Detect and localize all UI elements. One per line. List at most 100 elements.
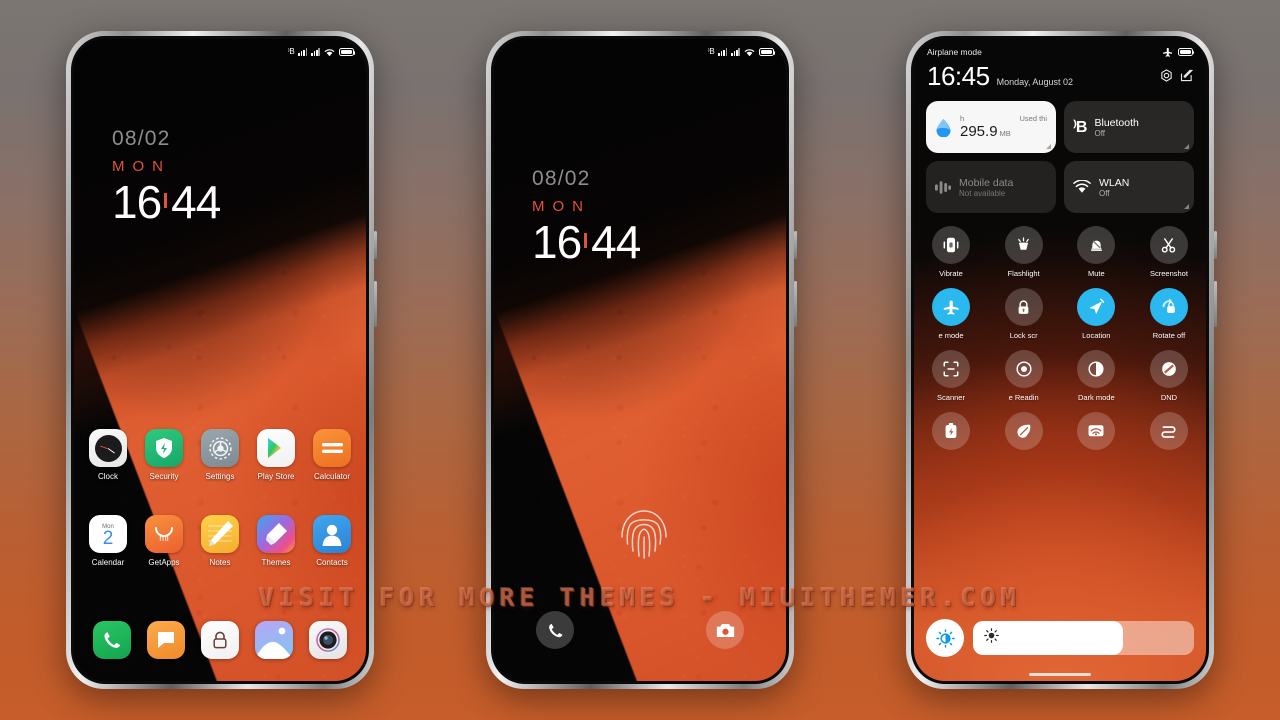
toggle-rotate-off[interactable]: Rotate off (1144, 288, 1194, 340)
padlock-icon (1004, 288, 1043, 326)
volume-button[interactable] (1214, 281, 1217, 327)
nearby-share-icon (1149, 412, 1188, 450)
tile-bluetooth[interactable]: ⁾B Bluetooth Off (1064, 101, 1194, 153)
airplane-icon (932, 288, 970, 326)
app-label: Themes (261, 558, 291, 567)
app-play-store[interactable]: Play Store (256, 429, 296, 481)
volume-button[interactable] (794, 281, 797, 327)
toggle-scanner[interactable]: Scanner (926, 350, 976, 402)
gear-icon[interactable] (1160, 69, 1173, 89)
location-icon (1077, 288, 1116, 326)
app-security[interactable]: Security (144, 429, 184, 481)
wallpaper-2 (494, 39, 786, 681)
camera-shortcut-button[interactable] (706, 611, 744, 649)
signal-bars-icon (298, 48, 308, 56)
toggle-dnd[interactable]: DND (1144, 350, 1194, 402)
toggle-row-2: e mode Lock scr Location Rotate off (920, 288, 1200, 340)
toggle-cast[interactable] (1071, 412, 1121, 455)
battery-icon (339, 48, 356, 56)
message-icon[interactable] (147, 621, 185, 659)
power-button[interactable] (374, 231, 377, 259)
brightness-slider[interactable] (973, 621, 1194, 655)
phone-icon[interactable] (93, 621, 131, 659)
shade-date: Monday, August 02 (996, 77, 1073, 87)
toggle-lock-screen[interactable]: Lock scr (999, 288, 1049, 340)
signal-bars-icon (311, 48, 320, 56)
quick-toggles-grid: Vibrate Flashlight Mute Screenshot e mod… (920, 226, 1200, 465)
brush-icon (257, 515, 295, 553)
toggle-dark-mode[interactable]: Dark mode (1071, 350, 1121, 402)
app-themes[interactable]: Themes (256, 515, 296, 567)
clock-minutes: 44 (591, 216, 641, 268)
toggle-screenshot[interactable]: Screenshot (1144, 226, 1194, 278)
photo-icon[interactable] (255, 621, 293, 659)
leaf-icon (1004, 412, 1043, 450)
toggle-battery-saver[interactable] (926, 412, 976, 455)
signal-bars-icon (718, 48, 728, 56)
power-button[interactable] (794, 231, 797, 259)
app-getapps[interactable]: mi GetApps (144, 515, 184, 567)
reading-mode-icon (1004, 350, 1043, 388)
phone-device-3: Airplane mode 16:45 Monday, August 02 h … (906, 31, 1217, 689)
dock (74, 621, 366, 659)
toggle-eco-leaf[interactable] (999, 412, 1049, 455)
tile-data-usage[interactable]: h Used thi 295.9 MB (926, 101, 1056, 153)
expand-corner-icon[interactable] (1184, 144, 1189, 149)
app-contacts[interactable]: Contacts (312, 515, 352, 567)
clock-date: 08/02 (112, 127, 171, 150)
tile-title: Bluetooth (1094, 116, 1139, 129)
signal-bars-icon (731, 48, 740, 56)
half-moon-icon (1077, 350, 1116, 388)
app-label: Calculator (313, 472, 350, 481)
app-notes[interactable]: Notes (200, 515, 240, 567)
toggle-row-4 (920, 412, 1200, 455)
toggle-label: Location (1082, 331, 1111, 340)
clock-day-of-week: MON (532, 198, 591, 215)
expand-corner-icon[interactable] (1046, 144, 1051, 149)
padlock-icon[interactable] (201, 621, 239, 659)
toggle-location[interactable]: Location (1071, 288, 1121, 340)
app-settings[interactable]: Settings (200, 429, 240, 481)
fingerprint-icon[interactable] (618, 506, 670, 569)
bell-mute-icon (1077, 226, 1116, 264)
app-label: Notes (209, 558, 231, 567)
bluetooth-icon: ⁾B (287, 47, 295, 56)
toggle-label: Lock scr (1009, 331, 1038, 340)
calendar-icon: Mon 2 (89, 515, 127, 553)
phone-device-1: ⁾B 08/02 MON 16 44 Clock Security Settin… (66, 31, 377, 689)
power-button[interactable] (1214, 231, 1217, 259)
app-label: GetApps (148, 558, 180, 567)
svg-text:mi: mi (159, 533, 169, 543)
flashlight-icon (1004, 226, 1043, 264)
phone-shortcut-button[interactable] (536, 611, 574, 649)
volume-button[interactable] (374, 281, 377, 327)
expand-corner-icon[interactable] (1184, 204, 1189, 209)
app-label: Clock (97, 472, 118, 481)
edit-icon[interactable] (1180, 69, 1194, 89)
data-usage-left: h (960, 114, 965, 123)
toggle-flashlight[interactable]: Flashlight (999, 226, 1049, 278)
shield-icon (145, 429, 183, 467)
toggle-airplane-mode[interactable]: e mode (926, 288, 976, 340)
tile-mobile-data[interactable]: Mobile data Not available (926, 161, 1056, 213)
clock-date: 08/02 (532, 167, 591, 190)
lockscreen-clock-1: 08/02 MON 16 44 (112, 127, 221, 228)
mi-icon: mi (145, 515, 183, 553)
clock-icon (89, 429, 127, 467)
toggle-mute[interactable]: Mute (1071, 226, 1121, 278)
auto-brightness-icon[interactable] (926, 619, 964, 657)
home-indicator[interactable] (1029, 673, 1091, 676)
toggle-label: e Readin (1008, 393, 1039, 402)
tile-wlan[interactable]: WLAN Off (1064, 161, 1194, 213)
app-calendar[interactable]: Mon 2 Calendar (88, 515, 128, 567)
battery-saver-icon (932, 412, 970, 450)
app-clock[interactable]: Clock (88, 429, 128, 481)
clock-hours: 16 (532, 216, 582, 268)
toggle-vibrate[interactable]: Vibrate (926, 226, 976, 278)
toggle-reading-mode[interactable]: e Readin (999, 350, 1049, 402)
tile-title: WLAN (1099, 176, 1130, 189)
app-calculator[interactable]: Calculator (312, 429, 352, 481)
toggle-nearby-share[interactable] (1144, 412, 1194, 455)
pencil-icon (201, 515, 239, 553)
camera-icon[interactable] (309, 621, 347, 659)
